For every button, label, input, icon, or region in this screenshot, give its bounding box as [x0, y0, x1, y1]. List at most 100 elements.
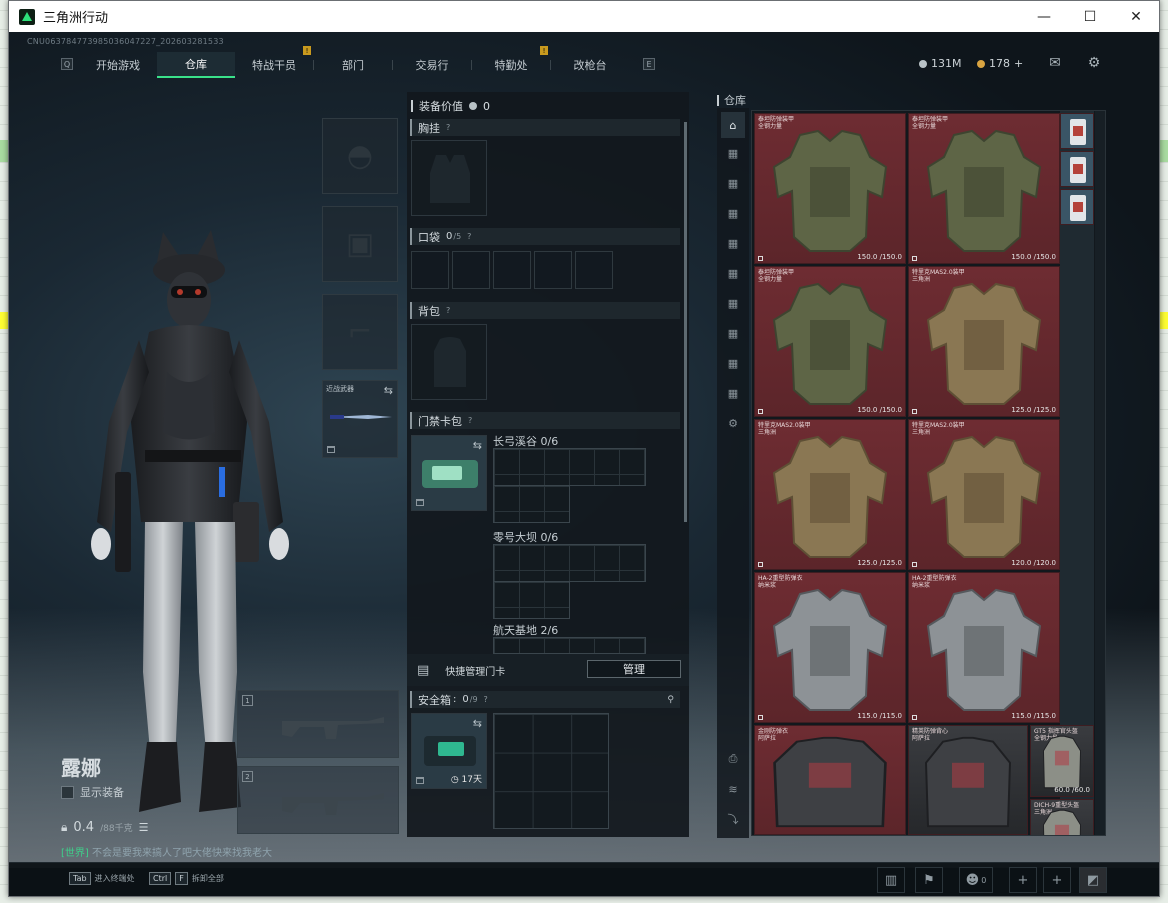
- pocket-slot[interactable]: [575, 251, 613, 289]
- checkbox[interactable]: [61, 785, 74, 799]
- storage-item[interactable]: 金刚防弹衣 阿萨拉: [754, 725, 906, 835]
- storage-item[interactable]: GT5 指挥官头盔 全钢力量 60.0 /60.0: [1030, 725, 1094, 797]
- add-currency-icon[interactable]: +: [1014, 57, 1023, 70]
- key-grid[interactable]: [493, 485, 570, 523]
- tab-storage[interactable]: 仓库: [157, 52, 235, 78]
- flag-icon[interactable]: ⚑: [915, 867, 943, 893]
- nav-left-key[interactable]: Q: [61, 58, 73, 70]
- tab-storage-2[interactable]: ▦: [721, 142, 745, 164]
- key-grid[interactable]: [493, 544, 646, 582]
- tab-storage-layers[interactable]: ≋: [721, 778, 745, 800]
- unequip-all-hint[interactable]: Ctrl F 拆卸全部: [149, 872, 224, 885]
- safebox-grid[interactable]: [493, 713, 609, 829]
- swap-icon[interactable]: ⇆: [473, 717, 482, 730]
- armor-slot[interactable]: ▣: [322, 206, 398, 282]
- tab-storage-sort[interactable]: ⤵: [721, 808, 745, 830]
- invite-slot-1[interactable]: +: [1009, 867, 1037, 893]
- help-icon[interactable]: ?: [446, 123, 450, 132]
- section-title: 口袋: [418, 230, 440, 244]
- secondary-weapon-slot[interactable]: 2: [237, 766, 399, 834]
- tab-trade[interactable]: 交易行: [393, 52, 471, 78]
- help-icon[interactable]: ?: [484, 695, 488, 704]
- storage-item[interactable]: 特里克MAS2.0装甲 三角洲 125.0 /125.0: [908, 266, 1060, 417]
- primary-weapon-slot[interactable]: 1: [237, 690, 399, 758]
- swap-icon[interactable]: ⇆: [473, 439, 482, 452]
- equipment-value: 装备价值 0: [411, 98, 490, 114]
- storage-item[interactable]: 泰坦防弹装甲 全钢力量 150.0 /150.0: [754, 113, 906, 264]
- tab-storage-5[interactable]: ▦: [721, 232, 745, 254]
- scrollbar[interactable]: [684, 122, 687, 522]
- storage-item[interactable]: HA-2重型防弹衣 纳米浆 115.0 /115.0: [908, 572, 1060, 723]
- invite-slot-2[interactable]: +: [1043, 867, 1071, 893]
- squad-button[interactable]: ☻ 0: [959, 867, 993, 893]
- squad-icon: ☻: [965, 872, 980, 888]
- terminal-hint[interactable]: Tab 进入终端处: [69, 872, 135, 885]
- tab-storage-settings[interactable]: ⚙: [721, 412, 745, 434]
- storage-item[interactable]: DICH-9重型头盔 三角洲: [1030, 799, 1094, 835]
- main-nav: 开始游戏 仓库 特战干员! 部门 交易行 特勤处! 改枪台: [79, 46, 629, 78]
- tab-gunsmith[interactable]: 改枪台: [551, 52, 629, 78]
- help-icon[interactable]: ?: [446, 306, 450, 315]
- helmet-slot[interactable]: ◓: [322, 118, 398, 194]
- tab-department[interactable]: 部门: [314, 52, 392, 78]
- pin-icon[interactable]: ⚲: [667, 695, 674, 705]
- tab-storage-10[interactable]: ▦: [721, 382, 745, 404]
- pocket-slot[interactable]: [493, 251, 531, 289]
- show-equipment-toggle[interactable]: 显示装备: [61, 784, 124, 800]
- storage-item[interactable]: 泰坦防弹装甲 全钢力量 150.0 /150.0: [754, 266, 906, 417]
- keycard-item[interactable]: [1060, 113, 1094, 149]
- keycard-item[interactable]: [1060, 189, 1094, 225]
- swap-icon[interactable]: ⇆: [384, 384, 393, 397]
- chest-rig-slot[interactable]: [411, 140, 487, 216]
- storage-scrollbar[interactable]: [1095, 111, 1105, 835]
- tab-storage-9[interactable]: ▦: [721, 352, 745, 374]
- tab-storage-6[interactable]: ▦: [721, 262, 745, 284]
- minimize-button[interactable]: —: [1021, 1, 1067, 32]
- pocket-slot[interactable]: [411, 251, 449, 289]
- backpack-header: 背包?: [410, 302, 680, 319]
- list-icon[interactable]: ☰: [139, 821, 149, 834]
- help-icon[interactable]: ?: [467, 232, 471, 241]
- tab-storage-export[interactable]: ⎙: [721, 748, 745, 770]
- key-grid[interactable]: [493, 581, 570, 619]
- pocket-slot[interactable]: [452, 251, 490, 289]
- tab-storage-7[interactable]: ▦: [721, 292, 745, 314]
- tab-operators[interactable]: 特战干员!: [235, 46, 313, 78]
- alert-badge: !: [540, 46, 548, 55]
- tab-storage-4[interactable]: ▦: [721, 202, 745, 224]
- close-button[interactable]: ✕: [1113, 1, 1159, 32]
- storage-item[interactable]: 精英防弹背心 阿萨拉: [908, 725, 1028, 835]
- keycard-case-slot[interactable]: ⇆: [411, 435, 487, 511]
- tab-storage-8[interactable]: ▦: [721, 322, 745, 344]
- keycard-item[interactable]: [1060, 151, 1094, 187]
- keycard-case-icon: [422, 460, 478, 488]
- maximize-button[interactable]: ☐: [1067, 1, 1113, 32]
- stats-icon[interactable]: ▥: [877, 867, 905, 893]
- tab-storage-3[interactable]: ▦: [721, 172, 745, 194]
- storage-item[interactable]: 特里克MAS2.0装甲 三角洲 120.0 /120.0: [908, 419, 1060, 570]
- player-avatar[interactable]: ◩: [1079, 867, 1107, 893]
- gold-currency[interactable]: 178 +: [977, 57, 1023, 70]
- tab-start-game[interactable]: 开始游戏: [79, 52, 157, 78]
- chat-channel: [世界]: [61, 848, 89, 859]
- settings-gear-icon[interactable]: ⚙: [1083, 53, 1105, 73]
- help-icon[interactable]: ?: [468, 416, 472, 425]
- storage-item[interactable]: 特里克MAS2.0装甲 三角洲 125.0 /125.0: [754, 419, 906, 570]
- silver-currency[interactable]: 131M: [919, 57, 962, 70]
- nav-right-key[interactable]: E: [643, 58, 655, 70]
- safebox-slot[interactable]: ⇆ ◷ 17天: [411, 713, 487, 789]
- mail-icon[interactable]: ✉: [1044, 53, 1066, 73]
- pocket-slot[interactable]: [534, 251, 572, 289]
- key-grid[interactable]: [493, 448, 646, 486]
- tab-special-ops[interactable]: 特勤处!: [472, 46, 550, 78]
- app-logo-icon: [19, 8, 35, 25]
- storage-item[interactable]: 泰坦防弹装甲 全钢力量 150.0 /150.0: [908, 113, 1060, 264]
- manage-button[interactable]: 管理: [587, 660, 681, 678]
- backpack-slot[interactable]: [411, 324, 487, 400]
- melee-slot[interactable]: 近战武器 ⇆: [322, 380, 398, 458]
- pistol-slot[interactable]: ⌐: [322, 294, 398, 370]
- tab-all-storage[interactable]: ⌂: [721, 112, 745, 138]
- storage-item[interactable]: HA-2重型防弹衣 纳米浆 115.0 /115.0: [754, 572, 906, 723]
- world-chat[interactable]: [世界] 不会是要我来搞人了吧大佬快来找我老大: [61, 844, 272, 859]
- key-grid[interactable]: [493, 637, 646, 654]
